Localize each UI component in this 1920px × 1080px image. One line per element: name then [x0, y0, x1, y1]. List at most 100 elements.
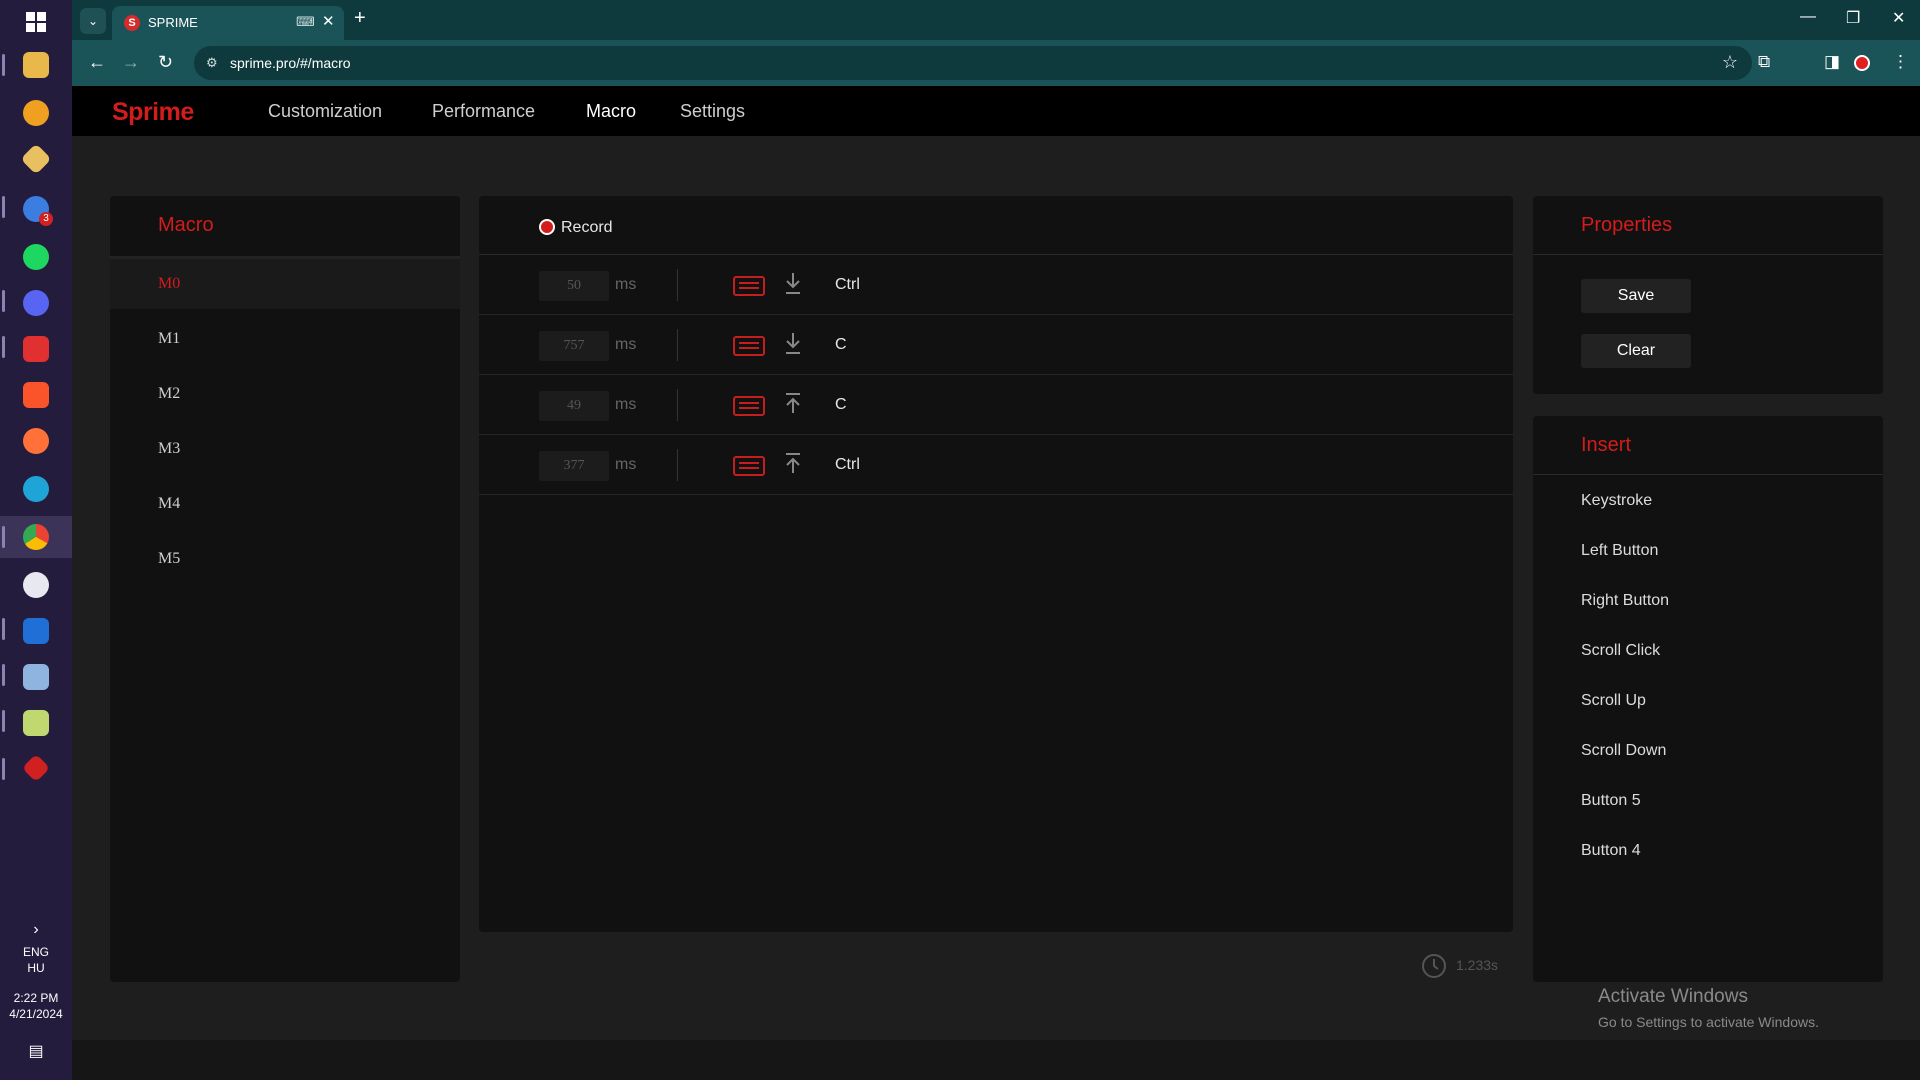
delay-input[interactable]: 49 [539, 391, 609, 421]
close-window-icon[interactable]: ✕ [1892, 8, 1905, 28]
macro-item-m0[interactable]: M0 [110, 259, 460, 309]
forward-icon[interactable]: → [122, 52, 140, 72]
windows-start-icon[interactable] [26, 12, 46, 32]
minimize-icon[interactable]: — [1800, 8, 1816, 26]
browser-tab-strip: ⌄ S SPRIME ⌨ ✕ + — ❐ ✕ [72, 0, 1920, 40]
menu-kebab-icon[interactable]: ⋮ [1892, 52, 1909, 72]
total-time: 1.233s [1420, 952, 1510, 980]
insert-panel: Insert Keystroke Left Button Right Butto… [1533, 416, 1883, 982]
running-indicator [2, 290, 5, 312]
extensions-icon[interactable]: ⧉ [1758, 52, 1770, 72]
divider [1533, 474, 1883, 475]
reload-icon[interactable]: ↻ [158, 52, 173, 72]
page-footer-strip [72, 1040, 1920, 1080]
sprime-logo[interactable]: Sprime [112, 98, 194, 127]
macro-item-m2[interactable]: M2 [110, 369, 460, 419]
clock-date: 4/21/2024 [9, 1007, 63, 1021]
macro-item-m5[interactable]: M5 [110, 534, 460, 584]
notepad-icon[interactable] [23, 710, 49, 736]
nav-customization[interactable]: Customization [268, 101, 382, 122]
watermark-subtitle: Go to Settings to activate Windows. [1598, 1014, 1819, 1030]
key-down-arrow-icon [786, 333, 800, 354]
app-red-icon[interactable] [21, 753, 51, 783]
macro-item-m4[interactable]: M4 [110, 479, 460, 529]
clear-button[interactable]: Clear [1581, 334, 1691, 368]
delay-unit: ms [615, 396, 637, 413]
url-text[interactable]: sprime.pro/#/macro [230, 55, 351, 71]
nav-settings[interactable]: Settings [680, 101, 745, 122]
macro-event-row[interactable]: 49 ms C [479, 375, 1513, 435]
discord-icon[interactable] [23, 290, 49, 316]
delay-input[interactable]: 50 [539, 271, 609, 301]
firefox-icon[interactable] [23, 428, 49, 454]
insert-left-button[interactable]: Left Button [1581, 542, 1658, 560]
running-indicator [2, 336, 5, 358]
activate-windows-watermark: Activate Windows Go to Settings to activ… [1598, 986, 1819, 1030]
insert-scroll-down[interactable]: Scroll Down [1581, 742, 1666, 760]
properties-panel: Properties Save Clear [1533, 196, 1883, 394]
clock[interactable]: 2:22 PM 4/21/2024 [0, 990, 72, 1022]
profile-avatar[interactable] [1854, 55, 1870, 71]
keyboard-indicator-icon: ⌨ [296, 14, 315, 29]
vivaldi-icon[interactable] [23, 336, 49, 362]
macro-item-m3[interactable]: M3 [110, 424, 460, 474]
divider [677, 329, 678, 361]
properties-title: Properties [1581, 214, 1673, 236]
bookmark-star-icon[interactable]: ☆ [1722, 52, 1738, 73]
app-white-icon[interactable] [23, 572, 49, 598]
back-icon[interactable]: ← [88, 52, 106, 72]
insert-scroll-click[interactable]: Scroll Click [1581, 642, 1660, 660]
chrome-icon[interactable] [23, 524, 49, 550]
delay-input[interactable]: 757 [539, 331, 609, 361]
running-indicator [2, 54, 5, 76]
key-label: Ctrl [835, 456, 860, 473]
close-tab-icon[interactable]: ✕ [322, 12, 335, 30]
brave-icon[interactable] [23, 382, 49, 408]
chevron-right-icon[interactable]: › [0, 922, 72, 938]
edge-icon[interactable] [23, 476, 49, 502]
notification-center-icon[interactable]: ▤ [0, 1044, 72, 1060]
spotify-icon[interactable] [23, 244, 49, 270]
insert-right-button[interactable]: Right Button [1581, 592, 1669, 610]
app-orange-icon[interactable] [23, 100, 49, 126]
site-info-icon[interactable]: ⚙ [206, 55, 218, 71]
divider [677, 269, 678, 301]
app-blue-icon[interactable] [23, 618, 49, 644]
remote-desktop-icon[interactable] [23, 664, 49, 690]
running-indicator [2, 758, 5, 780]
insert-button-4[interactable]: Button 4 [1581, 842, 1641, 860]
key-down-arrow-icon [786, 273, 800, 294]
total-time-label: 1.233s [1456, 957, 1499, 973]
macro-event-row[interactable]: 757 ms C [479, 315, 1513, 375]
address-bar[interactable]: ⚙ sprime.pro/#/macro ☆ [194, 46, 1752, 80]
file-explorer-icon[interactable] [23, 52, 49, 78]
browser-tab[interactable]: S SPRIME ⌨ ✕ [112, 6, 344, 40]
clock-time: 2:22 PM [13, 991, 59, 1005]
language-indicator[interactable]: ENG HU [0, 944, 72, 976]
restore-icon[interactable]: ❐ [1846, 8, 1860, 28]
tab-search-dropdown-icon[interactable]: ⌄ [80, 8, 106, 34]
nav-performance[interactable]: Performance [432, 101, 535, 122]
record-label[interactable]: Record [561, 219, 613, 237]
side-panel-icon[interactable]: ◨ [1824, 52, 1840, 72]
sprime-favicon: S [124, 15, 140, 31]
pencil-app-icon[interactable] [20, 143, 52, 175]
language-code: ENG [22, 945, 49, 959]
nav-macro[interactable]: Macro [586, 101, 636, 122]
insert-button-5[interactable]: Button 5 [1581, 792, 1641, 810]
insert-keystroke[interactable]: Keystroke [1581, 492, 1652, 510]
delay-input[interactable]: 377 [539, 451, 609, 481]
region-code: HU [27, 961, 45, 975]
running-indicator [2, 664, 5, 686]
messenger-icon[interactable]: 3 [23, 196, 53, 226]
record-icon[interactable] [539, 219, 555, 235]
clock-icon [1422, 954, 1446, 978]
macro-item-m1[interactable]: M1 [110, 314, 460, 364]
key-label: C [835, 336, 847, 353]
key-up-arrow-icon [786, 453, 800, 473]
macro-event-row[interactable]: 377 ms Ctrl [479, 435, 1513, 495]
save-button[interactable]: Save [1581, 279, 1691, 313]
new-tab-icon[interactable]: + [354, 8, 366, 28]
macro-event-row[interactable]: 50 ms Ctrl [479, 255, 1513, 315]
insert-scroll-up[interactable]: Scroll Up [1581, 692, 1646, 710]
